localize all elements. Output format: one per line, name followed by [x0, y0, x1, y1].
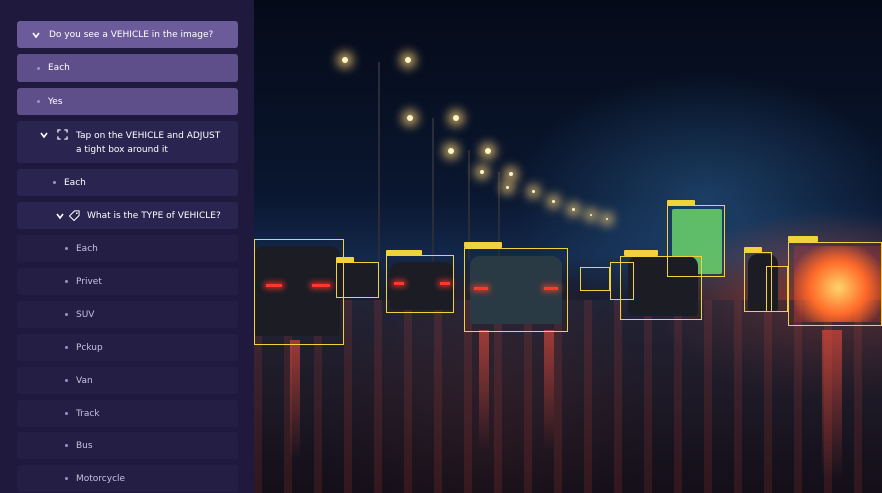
option-each-sub[interactable]: Each: [17, 169, 238, 196]
street-pole: [432, 118, 434, 268]
option-each[interactable]: Each: [17, 54, 238, 82]
image-canvas[interactable]: [254, 0, 882, 493]
street-lamp: [485, 148, 491, 154]
street-lamp: [453, 115, 459, 121]
type-option-van[interactable]: Van: [17, 367, 238, 394]
light-reflection: [822, 330, 842, 480]
bullet-icon: [53, 181, 56, 184]
box-tag: [624, 250, 658, 256]
bounding-box[interactable]: [464, 248, 568, 332]
tag-icon: [69, 210, 80, 221]
type-option-label: Track: [76, 408, 100, 419]
chevron-down-icon[interactable]: [39, 130, 49, 140]
option-yes[interactable]: Yes: [17, 88, 238, 115]
option-each-sub-label: Each: [64, 177, 86, 188]
bounding-box[interactable]: [788, 242, 882, 326]
bounding-box[interactable]: [386, 255, 454, 313]
bounding-box-icon: [57, 129, 68, 140]
chevron-down-icon[interactable]: [55, 211, 65, 221]
task-adjust-box[interactable]: Tap on the VEHICLE and ADJUST a tight bo…: [17, 121, 238, 163]
bullet-icon: [65, 477, 68, 480]
chevron-down-icon[interactable]: [31, 30, 41, 40]
street-lamp: [506, 186, 509, 189]
box-tag: [336, 257, 354, 263]
type-option-pickup[interactable]: Pckup: [17, 334, 238, 361]
type-option-motorcycle[interactable]: Motorcycle: [17, 465, 238, 492]
road-surface: [254, 300, 882, 493]
bullet-icon: [37, 100, 40, 103]
bounding-box[interactable]: [254, 239, 344, 345]
sidebar: Do you see a VEHICLE in the image? Each …: [0, 0, 254, 493]
type-option-bus[interactable]: Bus: [17, 432, 238, 459]
street-lamp: [405, 57, 411, 63]
box-tag: [788, 236, 818, 242]
street-lamp: [552, 200, 555, 203]
street-pole: [378, 62, 380, 262]
annotation-app: Do you see a VEHICLE in the image? Each …: [0, 0, 882, 493]
type-option-label: Pckup: [76, 342, 103, 353]
bounding-box[interactable]: [580, 267, 610, 291]
bullet-icon: [65, 412, 68, 415]
bullet-icon: [65, 379, 68, 382]
bullet-icon: [65, 444, 68, 447]
bullet-icon: [65, 280, 68, 283]
bounding-box[interactable]: [766, 266, 788, 312]
question-vehicle[interactable]: Do you see a VEHICLE in the image?: [17, 21, 238, 48]
bullet-icon: [37, 66, 40, 70]
type-option-label: Privet: [76, 276, 102, 287]
task-adjust-line2: a tight box around it: [76, 145, 168, 155]
type-option-each[interactable]: Each: [17, 235, 238, 262]
street-lamp: [480, 170, 484, 174]
type-option-label: Motorcycle: [76, 473, 126, 484]
type-option-suv[interactable]: SUV: [17, 301, 238, 328]
type-option-truck[interactable]: Track: [17, 400, 238, 427]
box-tag: [464, 242, 502, 248]
option-each-label: Each: [48, 63, 70, 73]
type-option-privet[interactable]: Privet: [17, 268, 238, 295]
street-lamp: [606, 218, 608, 220]
type-option-label: Van: [76, 375, 93, 386]
question-vehicle-label: Do you see a VEHICLE in the image?: [49, 29, 214, 40]
bounding-box[interactable]: [336, 262, 379, 298]
bounding-box[interactable]: [667, 205, 725, 277]
bullet-icon: [65, 346, 68, 349]
light-reflection: [290, 340, 300, 460]
street-lamp: [572, 208, 575, 211]
question-vehicle-type[interactable]: What is the TYPE of VEHICLE?: [17, 202, 238, 229]
question-vehicle-type-label: What is the TYPE of VEHICLE?: [87, 210, 221, 221]
type-option-label: SUV: [76, 309, 95, 320]
option-yes-label: Yes: [48, 96, 63, 107]
task-adjust-line1: Tap on the VEHICLE and ADJUST: [76, 131, 221, 141]
light-reflection: [544, 330, 554, 450]
street-lamp: [590, 214, 592, 216]
box-tag: [386, 250, 422, 256]
street-lamp: [342, 57, 348, 63]
street-lamp: [448, 148, 454, 154]
type-option-label: Each: [76, 243, 98, 254]
bullet-icon: [65, 313, 68, 316]
light-reflection: [479, 330, 489, 450]
bullet-icon: [65, 247, 68, 250]
street-lamp: [509, 172, 513, 176]
type-option-label: Bus: [76, 440, 93, 451]
street-lamp: [532, 190, 535, 193]
box-tag: [744, 247, 762, 253]
street-lamp: [407, 115, 413, 121]
box-tag: [667, 200, 695, 206]
